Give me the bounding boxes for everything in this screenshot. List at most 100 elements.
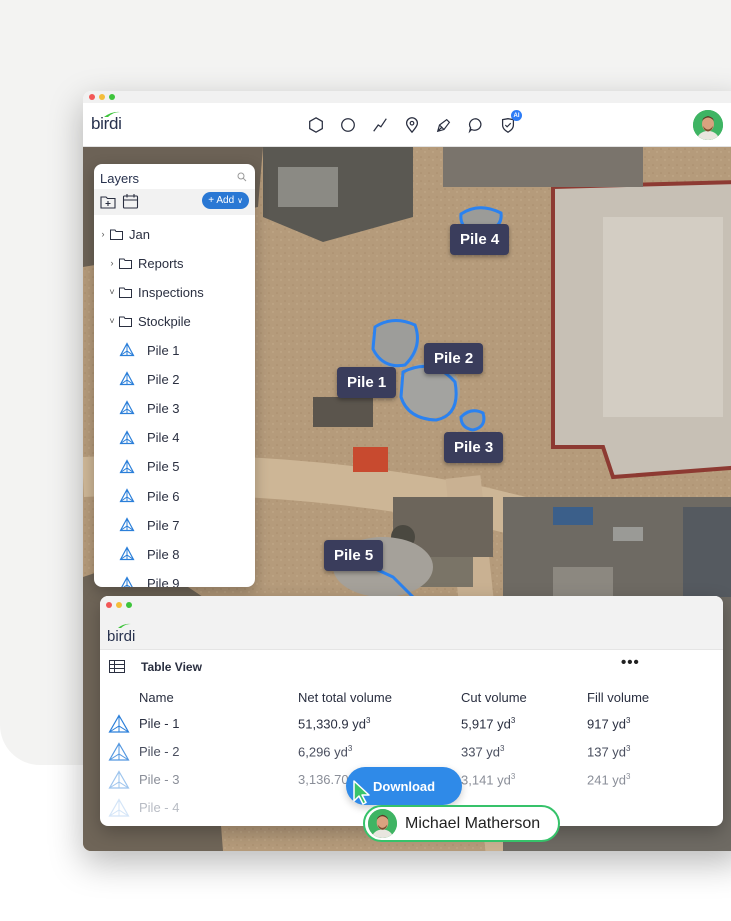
layers-panel: Layers + Add ∨ › Jan › Reports ˅ Inspect… <box>94 164 255 587</box>
stockpile-item[interactable]: Pile 6 <box>119 485 180 507</box>
stockpile-item[interactable]: Pile 3 <box>119 397 180 419</box>
cell-cut-volume: 5,917 yd3 <box>461 716 515 731</box>
line-tool-icon[interactable] <box>369 114 390 135</box>
layers-title: Layers <box>100 171 140 186</box>
stockpile-label: Pile 3 <box>147 400 180 416</box>
cell-name: Pile - 2 <box>139 744 180 759</box>
window-titlebar <box>83 91 731 103</box>
folder-reports[interactable]: › Reports <box>108 252 184 274</box>
stockpile-label: Pile 6 <box>147 488 180 504</box>
unit-superscript: 3 <box>365 716 371 725</box>
folder-inspections[interactable]: ˅ Inspections <box>108 281 204 303</box>
close-window-button[interactable] <box>106 602 112 608</box>
stockpile-item[interactable]: Pile 2 <box>119 368 180 390</box>
stockpile-item[interactable]: Pile 1 <box>119 339 180 361</box>
cell-value: 6,296 yd <box>298 744 348 760</box>
pen-tool-icon[interactable] <box>433 114 454 135</box>
minimize-window-button[interactable] <box>99 94 105 100</box>
cell-net-volume: 51,330.9 yd3 <box>298 716 370 731</box>
ai-shield-tool-icon[interactable]: AI <box>497 110 522 135</box>
close-window-button[interactable] <box>89 94 95 100</box>
cell-name: Pile - 3 <box>139 772 180 787</box>
cell-fill-volume: 917 yd3 <box>587 716 631 731</box>
cell-value: 241 yd <box>587 772 627 788</box>
top-toolbar: birdi AI <box>83 103 731 147</box>
stockpile-icon <box>119 488 135 503</box>
column-header-net-volume[interactable]: Net total volume <box>298 690 392 705</box>
stockpile-icon <box>119 400 135 415</box>
stockpile-label: Pile 8 <box>147 546 180 562</box>
pile-1-label[interactable]: Pile 1 <box>337 367 397 398</box>
pile-2-label[interactable]: Pile 2 <box>424 343 484 374</box>
folder-icon <box>119 287 132 298</box>
chevron-down-icon[interactable]: ˅ <box>108 287 116 297</box>
maximize-window-button[interactable] <box>126 602 132 608</box>
stockpile-item[interactable]: Pile 5 <box>119 456 180 478</box>
user-avatar[interactable] <box>693 110 723 140</box>
collaborator-tag: Michael Matherson <box>363 805 560 842</box>
cell-value: 5,917 yd <box>461 716 511 732</box>
add-layer-button[interactable]: + Add ∨ <box>202 192 249 209</box>
chevron-down-icon: ∨ <box>237 196 243 205</box>
stockpile-label: Pile 7 <box>147 517 180 533</box>
column-header-name[interactable]: Name <box>139 690 174 705</box>
stockpile-item[interactable]: Pile 9 <box>119 573 180 587</box>
unit-superscript: 3 <box>626 744 631 753</box>
chevron-right-icon[interactable]: › <box>108 258 116 268</box>
unit-superscript: 3 <box>500 744 505 753</box>
stockpile-label: Pile 1 <box>147 342 180 358</box>
unit-superscript: 3 <box>510 716 516 725</box>
pile-5-label[interactable]: Pile 5 <box>324 540 384 571</box>
stockpile-item[interactable]: Pile 8 <box>119 543 180 565</box>
stockpile-icon <box>119 459 135 473</box>
cell-value: 51,330.9 yd <box>298 716 366 732</box>
folder-label: Inspections <box>138 284 204 300</box>
stockpile-icon <box>119 517 135 532</box>
unit-superscript: 3 <box>626 716 631 725</box>
unit-superscript: 3 <box>347 744 353 753</box>
column-header-fill-volume[interactable]: Fill volume <box>587 690 649 705</box>
cell-value: 3,136.70 <box>298 772 349 787</box>
chevron-down-icon[interactable]: ˅ <box>108 316 116 326</box>
cell-net-volume: 3,136.70 <box>298 772 349 787</box>
stockpile-item[interactable]: Pile 7 <box>119 514 180 536</box>
calendar-icon[interactable] <box>122 193 139 210</box>
stockpile-icon <box>119 546 135 561</box>
folder-label: Stockpile <box>138 313 191 329</box>
cell-value: 137 yd <box>587 744 627 760</box>
brand-logo[interactable]: birdi <box>91 114 122 134</box>
folder-jan[interactable]: › Jan <box>99 223 150 245</box>
search-icon[interactable] <box>237 172 247 182</box>
folder-icon <box>119 316 132 327</box>
cell-net-volume: 6,296 yd3 <box>298 744 352 759</box>
table-window-titlebar <box>100 596 723 612</box>
polygon-tool-icon[interactable] <box>305 114 326 135</box>
stockpile-label: Pile 5 <box>147 459 180 475</box>
cell-cut-volume: 3,141 yd3 <box>461 772 515 787</box>
new-folder-icon[interactable] <box>100 193 117 210</box>
pile-3-label[interactable]: Pile 3 <box>444 432 504 463</box>
more-options-icon[interactable]: ••• <box>621 654 640 671</box>
stockpile-label: Pile 2 <box>147 371 180 387</box>
circle-tool-icon[interactable] <box>337 114 358 135</box>
stockpile-icon <box>119 429 135 444</box>
collaborator-avatar <box>368 809 397 838</box>
unit-superscript: 3 <box>510 772 516 781</box>
cell-fill-volume: 137 yd3 <box>587 744 631 759</box>
maximize-window-button[interactable] <box>109 94 115 100</box>
stockpile-label: Pile 4 <box>147 430 180 446</box>
table-view-label[interactable]: Table View <box>141 660 202 674</box>
stockpile-icon <box>119 342 135 357</box>
folder-stockpile[interactable]: ˅ Stockpile <box>108 310 191 332</box>
cell-value: 917 yd <box>587 716 627 732</box>
chevron-right-icon[interactable]: › <box>99 229 107 239</box>
stockpile-item[interactable]: Pile 4 <box>119 427 180 449</box>
minimize-window-button[interactable] <box>116 602 122 608</box>
column-header-cut-volume[interactable]: Cut volume <box>461 690 527 705</box>
pin-tool-icon[interactable] <box>401 114 422 135</box>
cell-cut-volume: 337 yd3 <box>461 744 505 759</box>
comment-tool-icon[interactable] <box>465 114 486 135</box>
brand-logo: birdi <box>107 628 136 645</box>
folder-icon <box>119 258 132 269</box>
pile-4-label[interactable]: Pile 4 <box>450 224 510 255</box>
